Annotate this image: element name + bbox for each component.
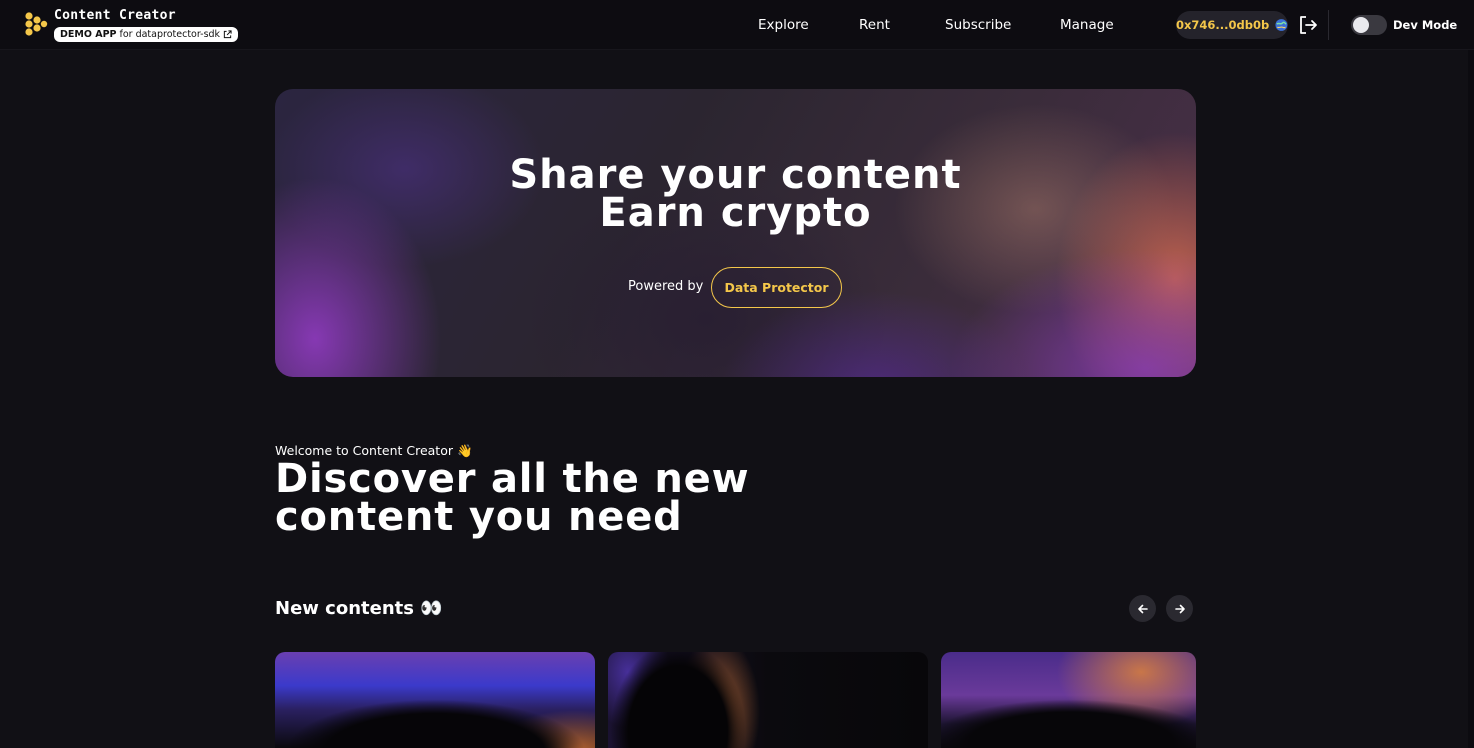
wallet-address-button[interactable]: 0x746...0db0b [1176,11,1288,39]
carousel-prev-button[interactable] [1129,595,1156,622]
demo-badge-sdk: for dataprotector-sdk [119,29,221,40]
demo-badge-label: DEMO APP [60,29,117,40]
dev-mode-toggle[interactable] [1351,15,1387,35]
nav-rent[interactable]: Rent [859,17,890,33]
content-card[interactable] [608,652,928,748]
hero-banner: Share your content Earn crypto Powered b… [275,89,1196,377]
discover-headline-line-2: content you need [275,494,683,540]
header-divider [1328,10,1329,40]
toggle-knob [1353,17,1369,33]
discover-headline-line-1: Discover all the new [275,456,750,502]
dev-mode-label: Dev Mode [1393,18,1458,32]
page-scrollbar[interactable] [1468,50,1474,748]
arrow-left-icon [1137,604,1148,613]
hero-title-line-2: Earn crypto [599,190,872,236]
arrow-right-icon [1174,604,1185,613]
content-card[interactable] [275,652,595,748]
nav-explore[interactable]: Explore [758,17,809,33]
carousel-next-button[interactable] [1166,595,1193,622]
nav-subscribe[interactable]: Subscribe [945,17,1011,33]
nav-manage[interactable]: Manage [1060,17,1114,33]
top-navigation-bar: Content Creator DEMO APP for dataprotect… [0,0,1474,50]
content-card[interactable] [941,652,1196,748]
hexagon-cluster-logo-icon [25,12,48,36]
brand[interactable]: Content Creator DEMO APP for dataprotect… [22,8,239,42]
new-contents-title: New contents 👀 [275,598,443,619]
data-protector-button[interactable]: Data Protector [711,267,842,308]
wallet-avatar-icon [1275,19,1288,31]
brand-title: Content Creator [54,8,176,23]
demo-app-badge[interactable]: DEMO APP for dataprotector-sdk [54,27,239,42]
wallet-address: 0x746...0db0b [1176,18,1270,32]
external-link-icon [223,30,232,39]
hero-title-line-1: Share your content [509,152,962,198]
logout-icon[interactable] [1297,14,1319,36]
powered-by-label: Powered by [628,279,704,294]
